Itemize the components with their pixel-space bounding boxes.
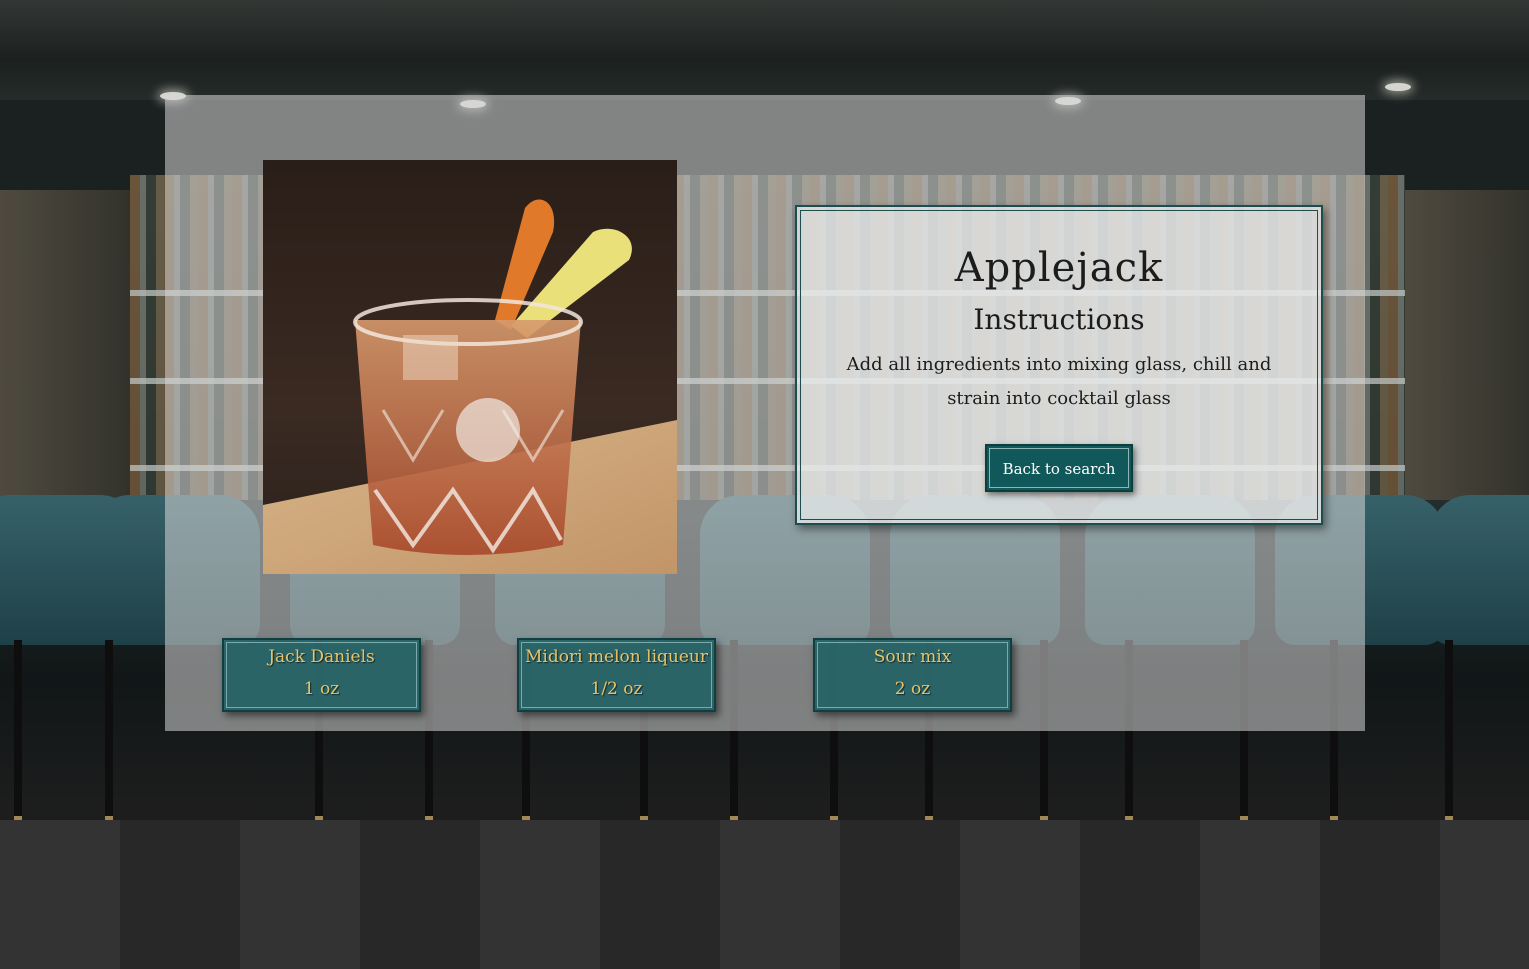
ingredient-measure: 1 oz [303,679,340,699]
ingredient-measure: 2 oz [894,679,931,699]
ingredient-card: Midori melon liqueur 1/2 oz [517,638,716,712]
ingredient-name: Jack Daniels [268,647,375,667]
back-to-search-button[interactable]: Back to search [984,444,1134,492]
drink-photo [263,160,677,574]
instructions-text: Add all ingredients into mixing glass, c… [846,354,1272,409]
drink-detail-panel: Applejack Instructions Add all ingredien… [165,95,1365,731]
drink-title: Applejack [954,245,1164,291]
ingredient-measure: 1/2 oz [590,679,643,699]
ingredient-card: Jack Daniels 1 oz [222,638,421,712]
cocktail-image [263,199,677,574]
ingredient-card: Sour mix 2 oz [813,638,1012,712]
ingredient-name: Midori melon liqueur [525,647,708,667]
ingredient-name: Sour mix [873,647,952,667]
instructions-heading: Instructions [973,303,1145,336]
drink-info-card: Applejack Instructions Add all ingredien… [795,205,1323,525]
